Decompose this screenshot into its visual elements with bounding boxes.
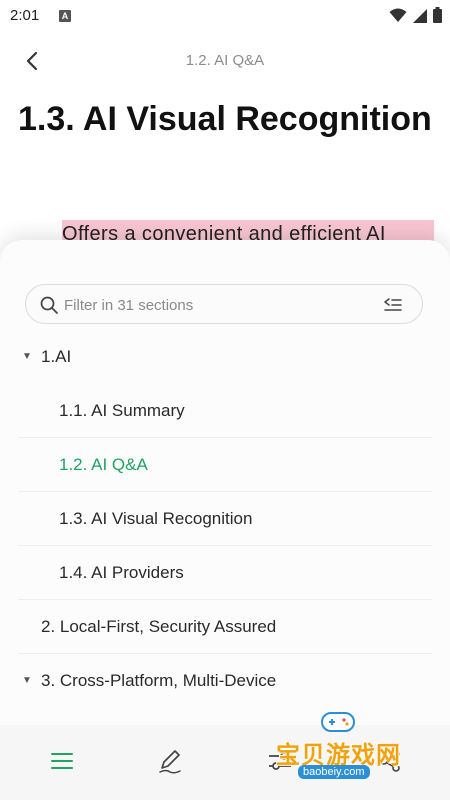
notification-app-icon: A	[59, 10, 71, 22]
watermark-url: baobeiy.com	[298, 765, 370, 779]
outline-item-ai-summary[interactable]: 1.1. AI Summary	[18, 384, 432, 438]
outline-item-label: 3. Cross-Platform, Multi-Device	[41, 671, 277, 690]
caret-down-icon[interactable]: ▼	[22, 654, 32, 708]
search-icon	[40, 296, 58, 314]
edit-pen-icon	[159, 750, 181, 774]
outline-item-label: 1.2. AI Q&A	[59, 455, 148, 474]
outline-list-icon	[51, 753, 73, 769]
cellular-signal-icon	[413, 8, 427, 23]
outline-item-label: 1.4. AI Providers	[59, 563, 184, 582]
page-title: 1.3. AI Visual Recognition	[18, 100, 432, 138]
outline-item-ai-providers[interactable]: 1.4. AI Providers	[18, 546, 432, 600]
edit-button[interactable]	[156, 747, 184, 775]
outline-item-label: 1.3. AI Visual Recognition	[59, 509, 253, 528]
battery-icon	[433, 7, 442, 23]
status-time: 2:01	[10, 7, 40, 24]
wifi-icon	[389, 8, 407, 22]
outline-item-label: 1.AI	[41, 347, 72, 366]
watermark: 宝贝游戏网 baobeiy.com	[270, 705, 430, 785]
outline-button[interactable]	[48, 747, 76, 775]
outline-item-ai[interactable]: ▼ 1.AI	[18, 330, 432, 384]
outline-item-ai-visual-recognition[interactable]: 1.3. AI Visual Recognition	[18, 492, 432, 546]
doc-header: 1.2. AI Q&A	[0, 40, 450, 80]
status-icons	[389, 7, 442, 23]
header-title: 1.2. AI Q&A	[185, 52, 265, 69]
status-bar: 2:01 A	[0, 0, 450, 32]
filter-field[interactable]	[25, 284, 423, 324]
outline-item-label: 2. Local-First, Security Assured	[41, 617, 277, 636]
outline-item-label: 1.1. AI Summary	[59, 401, 185, 420]
outline-item-ai-qa[interactable]: 1.2. AI Q&A	[18, 438, 432, 492]
filter-input[interactable]	[62, 291, 366, 319]
caret-down-icon[interactable]: ▼	[22, 330, 32, 384]
collapse-outline-icon[interactable]	[384, 296, 402, 314]
outline-item-local-first[interactable]: 2. Local-First, Security Assured	[18, 600, 432, 654]
gamepad-icon	[321, 712, 355, 732]
outline-list: ▼ 1.AI 1.1. AI Summary 1.2. AI Q&A 1.3. …	[18, 330, 432, 708]
outline-item-cross-platform[interactable]: ▼ 3. Cross-Platform, Multi-Device	[18, 654, 432, 708]
